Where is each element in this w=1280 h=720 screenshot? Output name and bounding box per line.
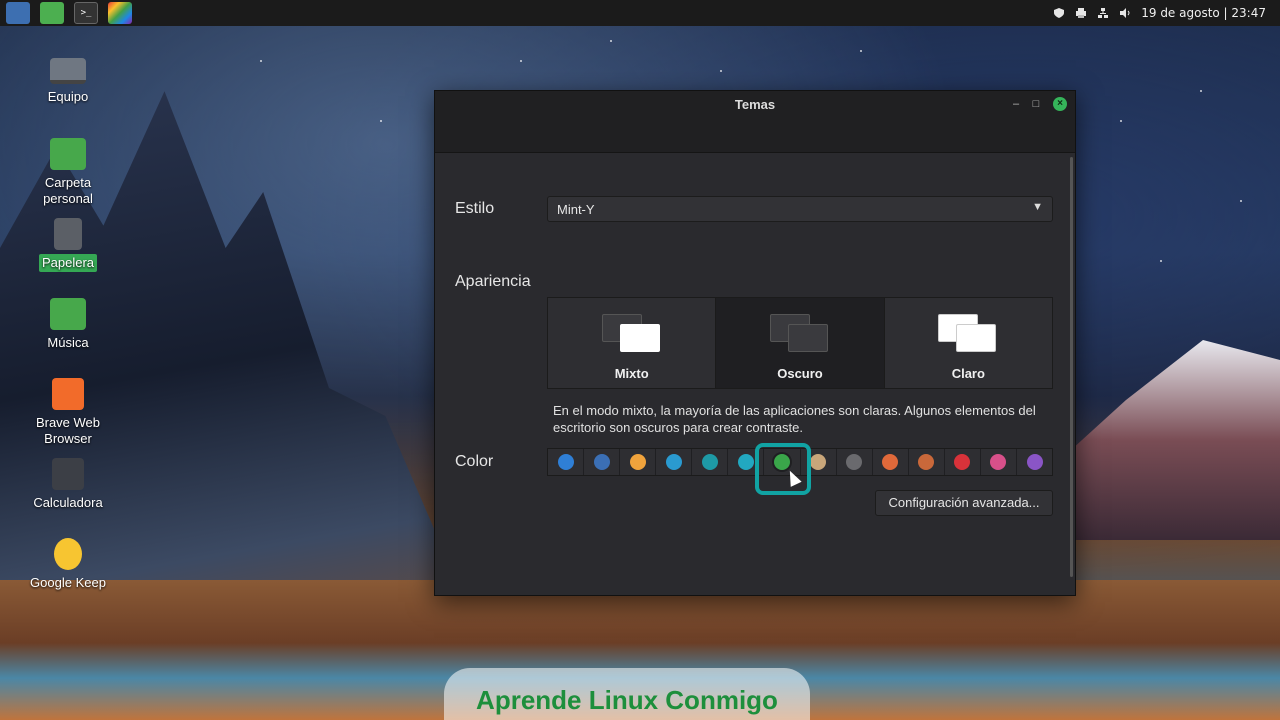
color-dot-icon bbox=[701, 454, 718, 470]
shield-icon[interactable] bbox=[1053, 7, 1065, 19]
color-swatch[interactable] bbox=[656, 449, 693, 475]
color-swatch[interactable] bbox=[692, 449, 729, 475]
menu-launcher-icon[interactable] bbox=[6, 2, 30, 24]
desktop-icon-computer[interactable]: Equipo bbox=[24, 58, 112, 106]
desktop-icon-home[interactable]: Carpeta personal bbox=[24, 138, 112, 208]
color-dot-icon bbox=[846, 454, 863, 470]
desktop-icon-music[interactable]: Música bbox=[24, 298, 112, 352]
window-titlebar[interactable]: Temas – □ × bbox=[435, 91, 1075, 153]
light-theme-thumbnail-icon bbox=[938, 314, 998, 354]
desktop-icon-trash[interactable]: Papelera bbox=[24, 218, 112, 272]
desktop-icon-label: Brave Web Browser bbox=[35, 415, 101, 446]
color-dot-icon bbox=[737, 454, 754, 470]
appearance-option-label: Oscuro bbox=[777, 366, 823, 381]
watermark: Aprende Linux Conmigo bbox=[444, 668, 810, 720]
volume-icon[interactable] bbox=[1119, 7, 1131, 19]
paint-launcher-icon[interactable] bbox=[108, 2, 132, 24]
desktop-icon-label: Música bbox=[47, 335, 89, 350]
color-swatch[interactable] bbox=[548, 449, 585, 475]
close-icon[interactable]: × bbox=[1053, 97, 1067, 111]
color-swatch[interactable] bbox=[873, 449, 909, 475]
color-dot-icon bbox=[990, 454, 1007, 470]
top-panel: >_ 19 de agosto | 23:47 bbox=[0, 0, 1280, 26]
color-dot-icon bbox=[810, 454, 827, 470]
music-folder-icon bbox=[50, 298, 86, 330]
clock[interactable]: 19 de agosto | 23:47 bbox=[1141, 6, 1266, 20]
wallpaper-mountain-right bbox=[1060, 340, 1280, 540]
color-dot-icon bbox=[774, 454, 790, 470]
network-icon[interactable] bbox=[1097, 7, 1109, 19]
style-dropdown[interactable]: Mint-Y ▼ bbox=[547, 196, 1053, 222]
mixed-theme-thumbnail-icon bbox=[601, 314, 662, 354]
monitor-icon bbox=[50, 58, 86, 84]
desktop-icon-calculator[interactable]: Calculadora bbox=[24, 458, 112, 512]
maximize-icon[interactable]: □ bbox=[1029, 97, 1043, 111]
desktop-icon-brave[interactable]: Brave Web Browser bbox=[24, 378, 112, 448]
window-title: Temas bbox=[734, 97, 776, 112]
desktop-icon-label: Google Keep bbox=[30, 575, 106, 590]
color-swatch[interactable] bbox=[584, 449, 621, 475]
color-dot-icon bbox=[665, 454, 682, 470]
dropdown-caret-icon: ▼ bbox=[1032, 201, 1043, 213]
appearance-option-mixed[interactable]: Mixto bbox=[548, 298, 717, 388]
trash-icon bbox=[54, 218, 82, 250]
home-folder-icon bbox=[50, 138, 86, 170]
color-swatch[interactable] bbox=[728, 449, 765, 475]
appearance-label: Apariencia bbox=[455, 273, 531, 290]
terminal-launcher-icon[interactable]: >_ bbox=[74, 2, 98, 24]
color-dot-icon bbox=[629, 454, 646, 470]
color-dot-icon bbox=[593, 454, 610, 470]
color-swatch[interactable] bbox=[909, 449, 945, 475]
desktop-icon-label: Papelera bbox=[38, 254, 98, 272]
appearance-option-dark[interactable]: Oscuro bbox=[716, 298, 885, 388]
appearance-option-label: Mixto bbox=[614, 366, 649, 381]
desktop-icon-label: Carpeta personal bbox=[43, 175, 93, 206]
color-swatch[interactable] bbox=[801, 449, 837, 475]
desktop-icon-label: Equipo bbox=[47, 89, 89, 104]
advanced-settings-button[interactable]: Configuración avanzada... bbox=[875, 490, 1053, 516]
style-label: Estilo bbox=[455, 200, 495, 217]
color-dot-icon bbox=[918, 454, 935, 470]
appearance-option-light[interactable]: Claro bbox=[884, 298, 1052, 388]
printer-icon[interactable] bbox=[1075, 7, 1087, 19]
appearance-selector: Mixto Oscuro Claro bbox=[547, 297, 1053, 389]
style-dropdown-value: Mint-Y bbox=[557, 202, 595, 217]
minimize-icon[interactable]: – bbox=[1009, 97, 1023, 111]
desktop-icon-label: Calculadora bbox=[33, 495, 103, 510]
color-swatch[interactable] bbox=[981, 449, 1018, 475]
scrollbar[interactable] bbox=[1070, 157, 1073, 577]
files-launcher-icon[interactable] bbox=[40, 2, 64, 24]
calculator-icon bbox=[52, 458, 84, 490]
color-dot-icon bbox=[882, 454, 899, 470]
color-swatch[interactable] bbox=[837, 449, 873, 475]
themes-window: Temas – □ × Estilo Mint-Y ▼ Apariencia M… bbox=[434, 90, 1076, 596]
lightbulb-icon bbox=[54, 538, 82, 570]
color-selector bbox=[547, 448, 1053, 476]
color-dot-icon bbox=[557, 454, 574, 470]
color-label: Color bbox=[455, 453, 494, 470]
color-dot-icon bbox=[954, 454, 971, 470]
appearance-hint: En el modo mixto, la mayoría de las apli… bbox=[553, 403, 1036, 435]
color-swatch[interactable] bbox=[945, 449, 981, 475]
color-dot-icon bbox=[1026, 454, 1043, 470]
desktop-icon-keep[interactable]: Google Keep bbox=[24, 538, 112, 592]
brave-icon bbox=[52, 378, 84, 410]
appearance-option-label: Claro bbox=[951, 366, 985, 381]
color-swatch[interactable] bbox=[1017, 449, 1052, 475]
dark-theme-thumbnail-icon bbox=[769, 314, 830, 354]
color-swatch[interactable] bbox=[620, 449, 657, 475]
window-content: Estilo Mint-Y ▼ Apariencia Mixto Oscuro bbox=[435, 153, 1075, 596]
system-tray: 19 de agosto | 23:47 bbox=[1053, 6, 1274, 20]
